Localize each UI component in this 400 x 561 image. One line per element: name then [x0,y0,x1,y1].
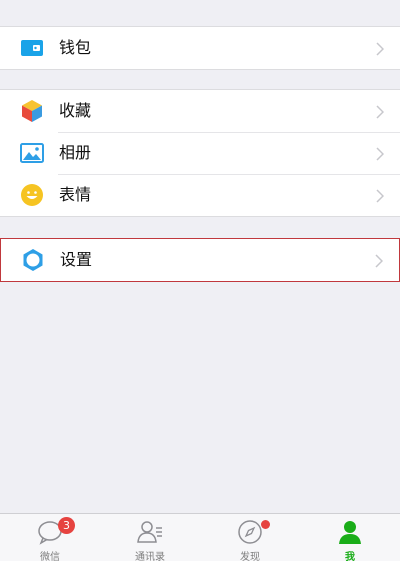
gear-icon [21,248,45,272]
bottom-tab-bar: 3 微信 通讯录 发现 我 [0,513,400,561]
tab-discover-label: 发现 [240,552,260,561]
smiley-icon [20,183,44,207]
tab-chats-label: 微信 [40,552,60,561]
cube-icon [20,99,44,123]
menu-item-favorites-label: 收藏 [59,101,92,120]
menu-item-album-label: 相册 [59,143,92,162]
menu-item-settings-label: 设置 [60,250,93,269]
tab-contacts[interactable]: 通讯录 [100,514,200,561]
unread-badge: 3 [58,517,75,534]
menu-item-stickers[interactable]: 表情 [0,174,400,216]
wallet-icon [20,36,44,60]
compass-icon [237,519,263,545]
chevron-right-icon [376,146,385,161]
wallet-group: 钱包 [0,26,400,70]
menu-item-settings[interactable]: 设置 [1,239,399,281]
chevron-right-icon [376,41,385,56]
tab-contacts-label: 通讯录 [135,552,165,561]
photo-album-icon [20,141,44,165]
menu-item-favorites[interactable]: 收藏 [0,90,400,132]
menu-item-stickers-label: 表情 [59,185,92,204]
settings-group: 设置 [0,238,400,282]
chevron-right-icon [376,188,385,203]
chevron-right-icon [376,104,385,119]
contacts-icon [137,519,163,545]
chevron-right-icon [375,253,384,268]
menu-item-wallet-label: 钱包 [59,38,92,57]
menu-item-wallet[interactable]: 钱包 [0,27,400,69]
new-activity-dot [261,520,270,529]
tab-chats[interactable]: 3 微信 [0,514,100,561]
menu-item-album[interactable]: 相册 [0,132,400,174]
tab-discover[interactable]: 发现 [200,514,300,561]
tab-me[interactable]: 我 [300,514,400,561]
collections-group: 收藏 相册 表情 [0,89,400,217]
person-icon [337,519,363,545]
tab-me-label: 我 [345,552,355,561]
